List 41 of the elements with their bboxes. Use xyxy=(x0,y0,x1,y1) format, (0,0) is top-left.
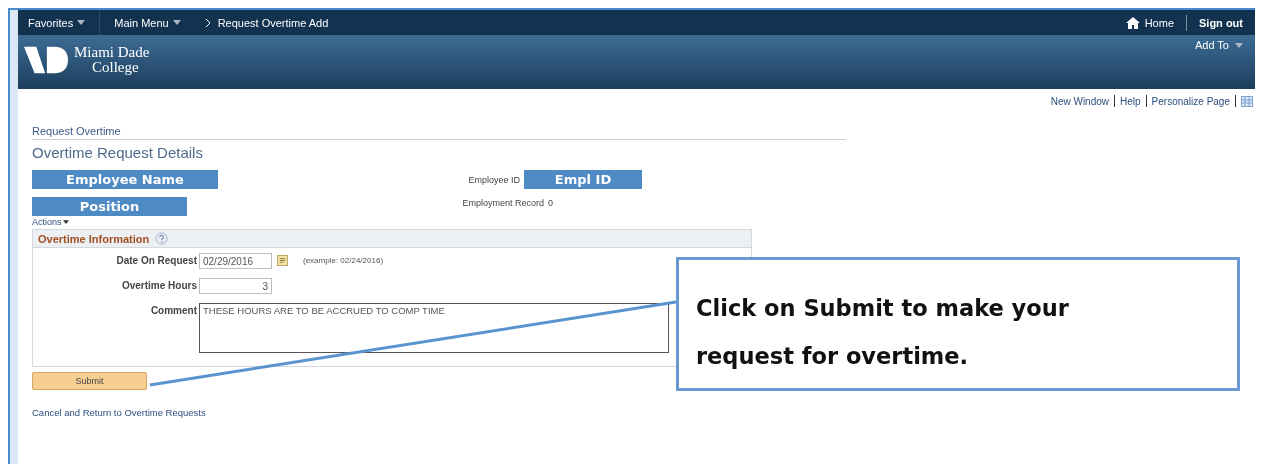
page-link[interactable]: Help xyxy=(1120,95,1141,107)
page-title: Request Overtime xyxy=(32,125,846,140)
caret-icon xyxy=(1235,42,1243,48)
page-link[interactable]: New Window xyxy=(1050,95,1110,107)
home-icon xyxy=(1125,16,1140,29)
logo-text: Miami Dade xyxy=(74,45,150,60)
page-heading: Overtime Request Details xyxy=(32,144,204,161)
grid-icon[interactable] xyxy=(1241,95,1253,107)
caret-icon xyxy=(62,220,69,224)
field-label: Overtime Hours xyxy=(120,279,198,293)
calendar-icon[interactable] xyxy=(277,255,288,266)
comment-field[interactable]: THESE HOURS ARE TO BE ACCRUED TO COMP TIME xyxy=(199,303,669,353)
help-icon[interactable] xyxy=(155,232,169,245)
home-link[interactable]: Home xyxy=(1144,16,1174,29)
favorites-menu[interactable]: Favorites xyxy=(24,16,78,29)
main-menu[interactable]: Main Menu xyxy=(110,16,173,29)
submit-button[interactable]: Submit xyxy=(32,372,147,390)
logo-icon xyxy=(24,45,68,75)
logo-text: College xyxy=(91,60,140,75)
hours-field[interactable]: 3 xyxy=(199,278,272,294)
add-to-menu[interactable]: Add To xyxy=(1194,39,1229,51)
callout-text: Click on Submit to make your request for overtime. xyxy=(696,294,1070,371)
section-title: Overtime Information xyxy=(38,232,150,245)
field-label: Comment xyxy=(149,304,198,318)
field-label: Date On Request xyxy=(115,254,198,268)
breadcrumb: Request Overtime Add xyxy=(217,16,329,29)
employee-id-redaction: Empl ID xyxy=(524,170,642,189)
caret-icon xyxy=(77,20,86,25)
sign-out-link[interactable]: Sign out xyxy=(1199,16,1243,29)
field-hint: (example: 02/24/2016) xyxy=(303,255,384,267)
caret-icon xyxy=(172,20,181,25)
employee-name-redaction: Employee Name xyxy=(32,170,218,189)
date-field[interactable]: 02/29/2016 xyxy=(199,253,272,269)
field-label: Employment Record xyxy=(461,197,544,208)
chevron-icon xyxy=(204,18,210,27)
field-value: 0 xyxy=(548,197,553,208)
cancel-link[interactable]: Cancel and Return to Overtime Requests xyxy=(32,407,206,418)
field-label: Employee ID xyxy=(468,174,520,185)
position-redaction: Position xyxy=(32,197,187,216)
actions-menu[interactable]: Actions xyxy=(32,217,62,227)
page-link[interactable]: Personalize Page xyxy=(1151,95,1230,107)
